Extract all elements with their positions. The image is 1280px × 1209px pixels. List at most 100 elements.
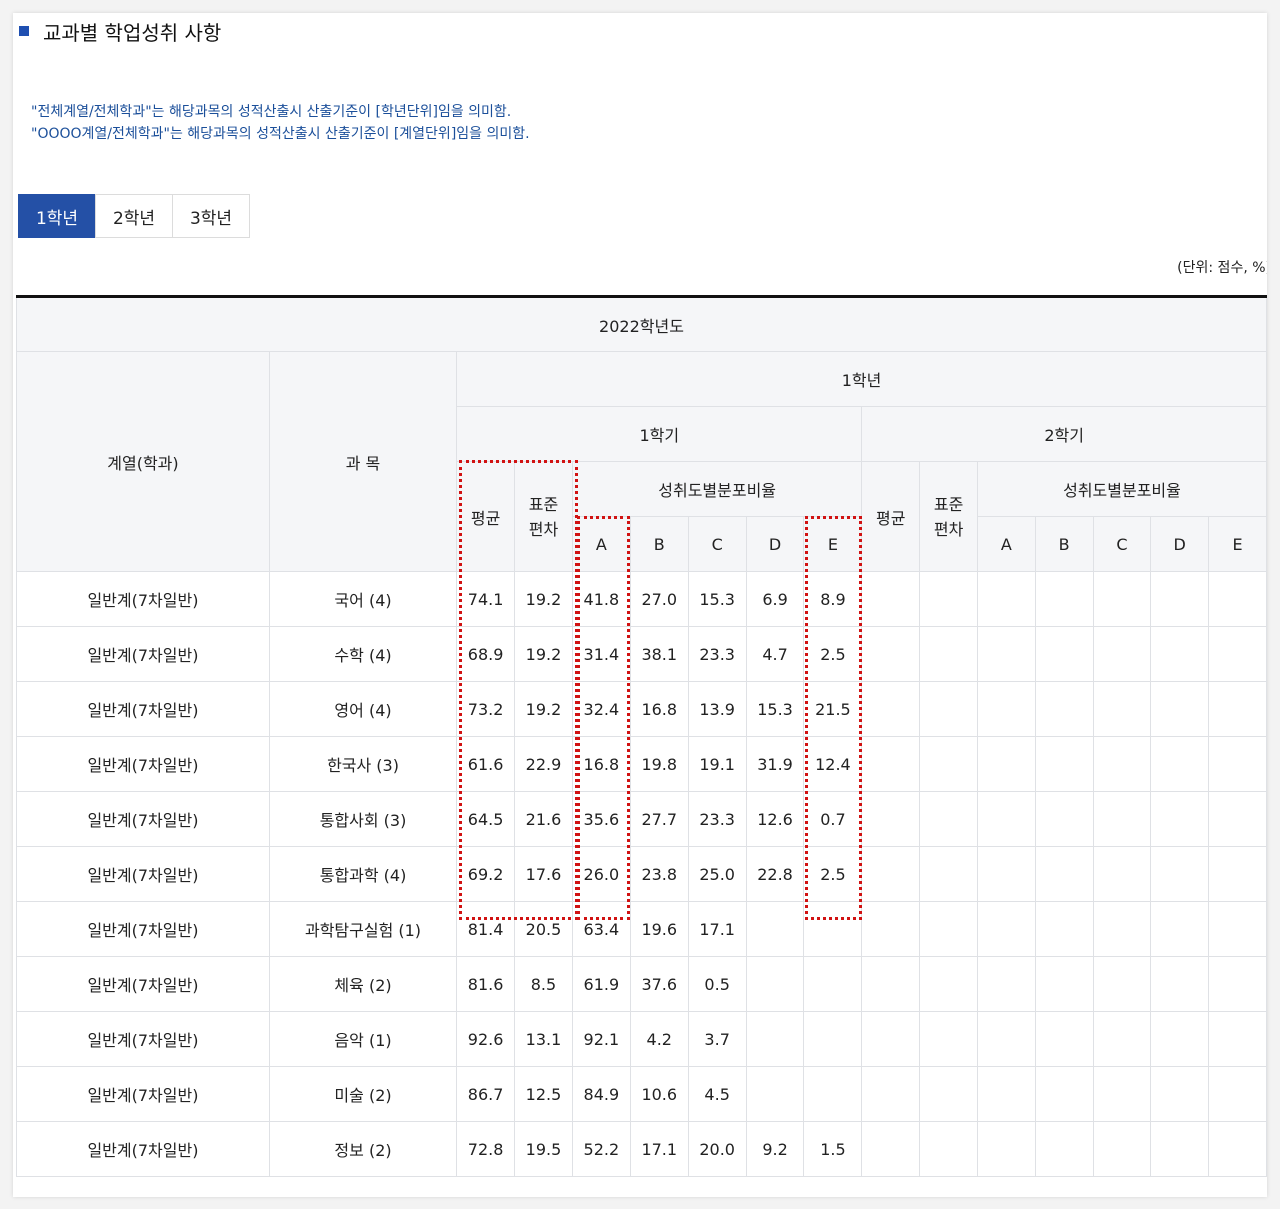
- table-row: 일반계(7차일반) 한국사 (3) 61.6 22.9 16.8 19.8 19.1 31.9…: [16, 736, 1267, 792]
- level-e-cell: [803, 956, 863, 1012]
- level-c-cell: 13.9: [687, 681, 747, 737]
- level-c-cell: 19.1: [687, 736, 747, 792]
- table-row: 일반계(7차일반) 음악 (1) 92.6 13.1 92.1 4.2 3.7: [16, 1011, 1267, 1067]
- table-row: 일반계(7차일반) 수학 (4) 68.9 19.2 31.4 38.1 23.3 4.7 2.…: [16, 626, 1267, 682]
- level-header: E: [1208, 516, 1267, 572]
- level-a-cell: 35.6: [571, 791, 631, 847]
- level-e-cell: [803, 1011, 863, 1067]
- level-e-cell: 1.5: [803, 1121, 863, 1177]
- subject-column-header: 과 목: [268, 351, 458, 572]
- level-b-cell: 16.8: [629, 681, 689, 737]
- semester-2-empty-cell: [1092, 681, 1152, 737]
- semester-2-empty-cell: [861, 901, 921, 957]
- level-a-cell: 84.9: [571, 1066, 631, 1122]
- semester-2-empty-cell: [1150, 1121, 1210, 1177]
- level-e-cell: 2.5: [803, 626, 863, 682]
- level-c-cell: 15.3: [687, 571, 747, 627]
- semester-2-empty-cell: [1208, 736, 1267, 792]
- semester-2-empty-cell: [976, 1011, 1036, 1067]
- level-e-cell: 0.7: [803, 791, 863, 847]
- level-b-cell: 37.6: [629, 956, 689, 1012]
- level-b-cell: 27.7: [629, 791, 689, 847]
- subject-cell: 수학 (4): [268, 626, 458, 682]
- level-b-cell: 17.1: [629, 1121, 689, 1177]
- semester-2-empty-cell: [1092, 1121, 1152, 1177]
- level-b-cell: 19.8: [629, 736, 689, 792]
- level-header: D: [745, 516, 805, 572]
- semester-2-empty-cell: [1034, 681, 1094, 737]
- semester-2-empty-cell: [1034, 901, 1094, 957]
- avg-cell: 61.6: [456, 736, 516, 792]
- section-title: 교과별 학업성취 사항: [19, 17, 221, 45]
- unit-label: (단위: 점수, %): [1177, 260, 1267, 276]
- tab-grade-1[interactable]: 1학년: [18, 194, 96, 238]
- semester-2-empty-cell: [919, 626, 978, 682]
- level-b-cell: 27.0: [629, 571, 689, 627]
- achievement-table: 2022학년도 계열(학과) 과 목 1학년 1학기 2학기 평균 표준 편차 성…: [16, 295, 1267, 1177]
- level-c-cell: 3.7: [687, 1011, 747, 1067]
- semester-2-empty-cell: [1150, 791, 1210, 847]
- subject-cell: 음악 (1): [268, 1011, 458, 1067]
- semester-2-empty-cell: [1092, 791, 1152, 847]
- table-row: 일반계(7차일반) 미술 (2) 86.7 12.5 84.9 10.6 4.5: [16, 1066, 1267, 1122]
- semester-2-empty-cell: [1208, 956, 1267, 1012]
- subject-cell: 국어 (4): [268, 571, 458, 627]
- level-e-cell: 12.4: [803, 736, 863, 792]
- semester-2-empty-cell: [861, 846, 921, 902]
- semester-2-empty-cell: [1034, 626, 1094, 682]
- semester-2-empty-cell: [976, 791, 1036, 847]
- std-cell: 22.9: [514, 736, 573, 792]
- content-panel: 교과별 학업성취 사항 "전체계열/전체학과"는 해당과목의 성적산출시 산출기…: [13, 13, 1267, 1197]
- level-a-cell: 32.4: [571, 681, 631, 737]
- semester-2-empty-cell: [919, 791, 978, 847]
- subject-cell: 과학탐구실험 (1): [268, 901, 458, 957]
- dept-cell: 일반계(7차일반): [16, 1011, 270, 1067]
- avg-cell: 68.9: [456, 626, 516, 682]
- level-c-cell: 25.0: [687, 846, 747, 902]
- semester-2-empty-cell: [861, 571, 921, 627]
- dept-cell: 일반계(7차일반): [16, 736, 270, 792]
- std-cell: 13.1: [514, 1011, 573, 1067]
- std-cell: 19.5: [514, 1121, 573, 1177]
- level-a-cell: 31.4: [571, 626, 631, 682]
- std-header-line: 편차: [933, 519, 964, 539]
- level-d-cell: 4.7: [745, 626, 805, 682]
- level-c-cell: 23.3: [687, 626, 747, 682]
- semester-2-empty-cell: [919, 1066, 978, 1122]
- table-row: 일반계(7차일반) 정보 (2) 72.8 19.5 52.2 17.1 20.0 9.2 1.…: [16, 1121, 1267, 1177]
- grade-tabs: 1학년 2학년 3학년: [18, 194, 250, 238]
- semester-2-empty-cell: [976, 956, 1036, 1012]
- semester-2-empty-cell: [1208, 681, 1267, 737]
- semester-2-empty-cell: [1208, 1121, 1267, 1177]
- semester-2-empty-cell: [1150, 681, 1210, 737]
- subject-cell: 영어 (4): [268, 681, 458, 737]
- level-c-cell: 0.5: [687, 956, 747, 1012]
- level-a-cell: 41.8: [571, 571, 631, 627]
- tab-grade-2[interactable]: 2학년: [95, 194, 173, 238]
- table-row: 일반계(7차일반) 통합과학 (4) 69.2 17.6 26.0 23.8 25.0 22.…: [16, 846, 1267, 902]
- level-d-cell: 15.3: [745, 681, 805, 737]
- table-row: 일반계(7차일반) 과학탐구실험 (1) 81.4 20.5 63.4 19.6 17.1: [16, 901, 1267, 957]
- level-header: C: [1092, 516, 1152, 572]
- semester-2-empty-cell: [1150, 956, 1210, 1012]
- semester-2-empty-cell: [1208, 626, 1267, 682]
- std-cell: 8.5: [514, 956, 573, 1012]
- level-a-cell: 52.2: [571, 1121, 631, 1177]
- avg-cell: 72.8: [456, 1121, 516, 1177]
- tab-grade-3[interactable]: 3학년: [172, 194, 250, 238]
- semester-2-empty-cell: [1208, 846, 1267, 902]
- level-e-cell: 2.5: [803, 846, 863, 902]
- table-row: 일반계(7차일반) 통합사회 (3) 64.5 21.6 35.6 27.7 23.3 12.…: [16, 791, 1267, 847]
- level-header: A: [976, 516, 1036, 572]
- note-line: "OOOO계열/전체학과"는 해당과목의 성적산출시 산출기준이 [계열단위]임…: [31, 126, 530, 142]
- semester-2-empty-cell: [1092, 1011, 1152, 1067]
- dept-cell: 일반계(7차일반): [16, 791, 270, 847]
- std-cell: 12.5: [514, 1066, 573, 1122]
- std-cell: 19.2: [514, 571, 573, 627]
- level-c-cell: 4.5: [687, 1066, 747, 1122]
- avg-cell: 86.7: [456, 1066, 516, 1122]
- avg-cell: 69.2: [456, 846, 516, 902]
- subject-cell: 한국사 (3): [268, 736, 458, 792]
- level-d-cell: 31.9: [745, 736, 805, 792]
- level-c-cell: 23.3: [687, 791, 747, 847]
